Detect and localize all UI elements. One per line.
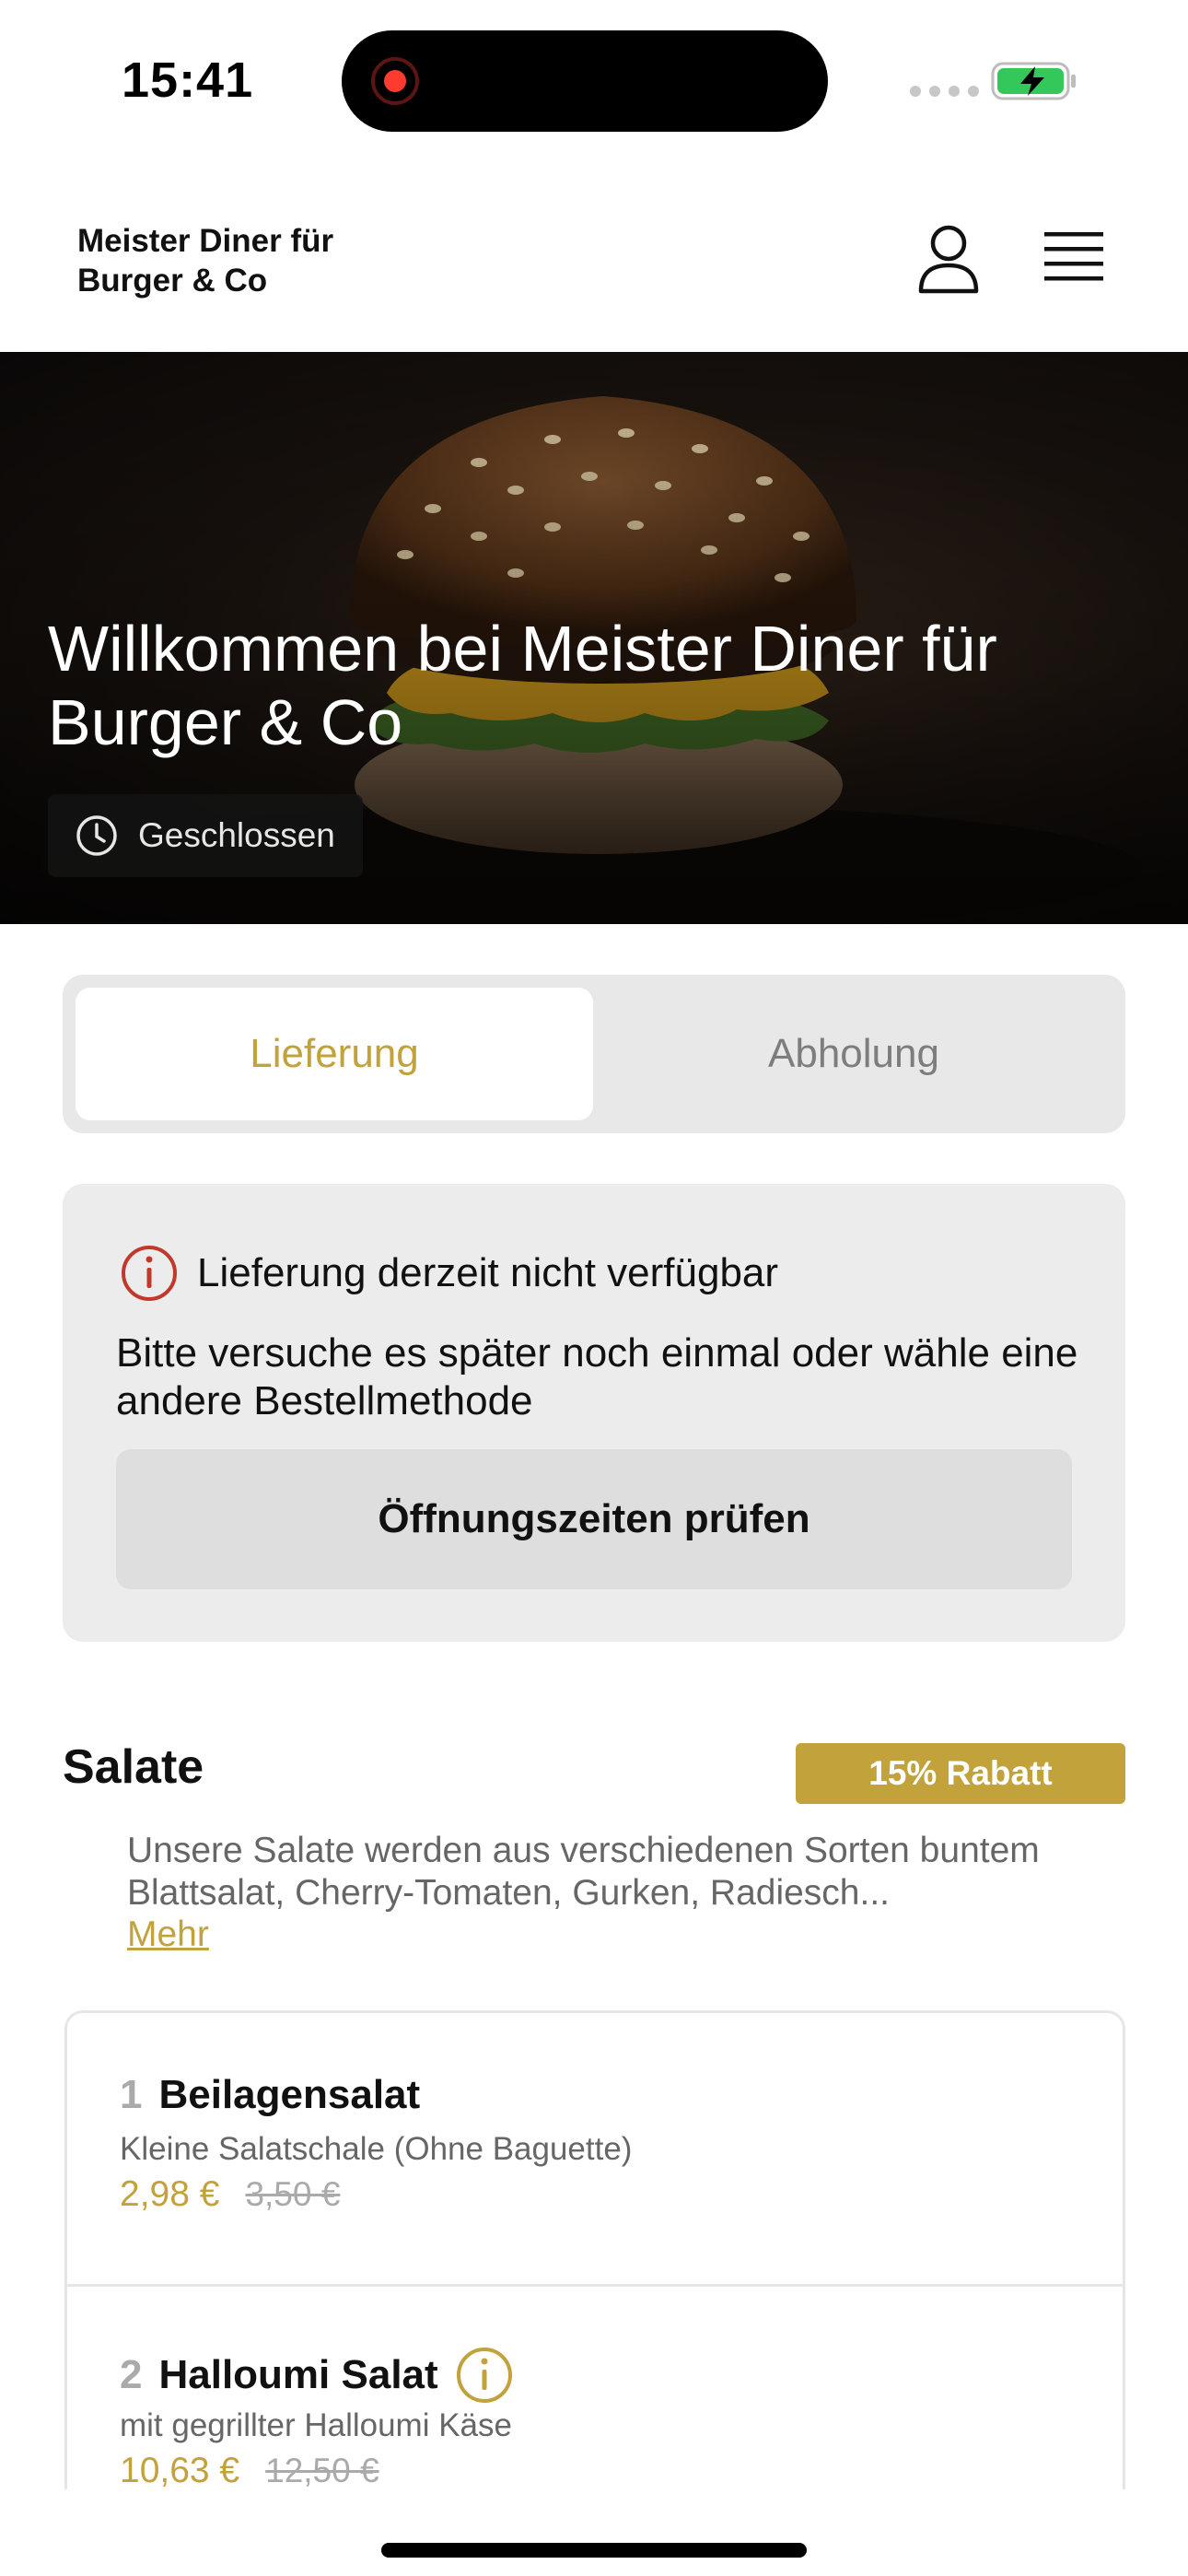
list-item[interactable]: 2 Halloumi Salat mit gegrillter Halloumi… [67,2287,1123,2489]
tab-pickup[interactable]: Abholung [595,988,1112,1120]
opening-status-badge: Geschlossen [48,794,363,877]
opening-status-text: Geschlossen [138,816,335,854]
order-method-switch: Lieferung Abholung [63,975,1125,1133]
hero-title: Willkommen bei Meister Diner für Burger … [48,613,997,758]
list-item[interactable]: 1 Beilagensalat Kleine Salatschale (Ohne… [67,2013,1123,2287]
signal-icon [910,86,979,97]
delivery-unavailable-notice: Lieferung derzeit nicht verfügbar Bitte … [63,1184,1125,1642]
status-time: 15:41 [122,53,254,108]
item-description: mit gegrillter Halloumi Käse [120,2407,512,2443]
tab-delivery[interactable]: Lieferung [76,988,593,1120]
item-price: 10,63 € [120,2451,240,2489]
notice-title: Lieferung derzeit nicht verfügbar [197,1250,779,1295]
item-name: Halloumi Salat [158,2352,438,2397]
home-indicator[interactable] [381,2543,807,2558]
item-price-row: 2,98 € 3,50 € [120,2174,340,2215]
category-title: Salate [63,1740,204,1794]
notice-text: Bitte versuche es später noch einmal ode… [116,1330,1078,1423]
item-header: 1 Beilagensalat [120,2072,420,2118]
dynamic-island [342,30,828,132]
hero-banner: Willkommen bei Meister Diner für Burger … [0,352,1188,924]
recording-indicator-icon [371,57,419,105]
battery-charging-icon [991,62,1076,100]
item-number: 1 [120,2072,143,2117]
item-price-row: 10,63 € 12,50 € [120,2451,379,2489]
notice-header: Lieferung derzeit nicht verfügbar [120,1244,778,1303]
clock-icon [76,815,117,856]
item-old-price: 12,50 € [265,2452,379,2489]
more-link[interactable]: Mehr [127,1914,209,1955]
category-description: Unsere Salate werden aus verschiedenen S… [127,1831,1040,1913]
hamburger-menu-icon[interactable] [1044,230,1103,286]
brand-name[interactable]: Meister Diner für Burger & Co [77,221,409,300]
app-header: Meister Diner für Burger & Co [0,162,1188,352]
item-header: 2 Halloumi Salat [120,2346,514,2405]
user-icon[interactable] [917,225,980,295]
check-opening-hours-button[interactable]: Öffnungszeiten prüfen [116,1449,1072,1589]
status-bar: 15:41 [0,0,1188,162]
item-price: 2,98 € [120,2174,220,2214]
info-icon[interactable] [455,2346,514,2405]
item-name: Beilagensalat [158,2072,421,2117]
discount-badge: 15% Rabatt [796,1743,1125,1804]
item-description: Kleine Salatschale (Ohne Baguette) [120,2131,633,2167]
product-list: 1 Beilagensalat Kleine Salatschale (Ohne… [64,2010,1125,2489]
app-screen: 15:41 Meister Diner für Burger & Co Will… [0,0,1188,2576]
info-icon [122,1246,177,1301]
item-old-price: 3,50 € [245,2175,341,2213]
item-number: 2 [120,2352,143,2397]
